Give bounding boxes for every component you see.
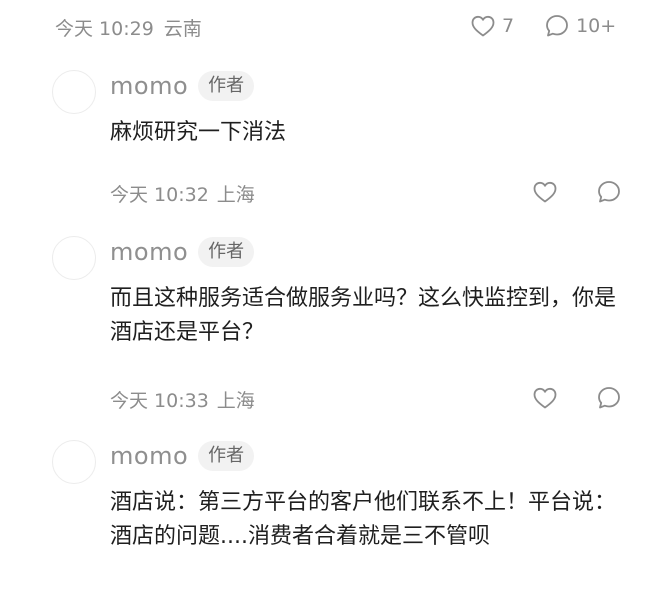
reply-text: 酒店说：第三方平台的客户他们联系不上！平台说：酒店的问题....消费者合着就是三… — [110, 490, 617, 549]
reply-actions — [494, 385, 622, 411]
post-meta: 今天 10:29 云南 — [55, 14, 202, 41]
comment-count: 10+ — [576, 15, 617, 37]
post-time: 今天 10:29 — [55, 18, 154, 40]
post-location: 云南 — [163, 18, 202, 40]
reply-time: 今天 10:32 — [110, 184, 209, 206]
reply-like-button[interactable] — [532, 180, 558, 204]
author-badge: 作者 — [198, 71, 255, 101]
avatar[interactable] — [52, 236, 96, 280]
reply-author-name[interactable]: momo — [110, 238, 188, 266]
reply-actions — [494, 179, 622, 205]
reply-comment-button[interactable] — [596, 385, 622, 411]
comment-bubble-icon — [544, 13, 570, 39]
reply-comment-button[interactable] — [596, 179, 622, 205]
reply-time: 今天 10:33 — [110, 390, 209, 412]
reply-meta: 今天 10:33 上海 — [110, 386, 255, 413]
reply-location: 上海 — [216, 184, 255, 206]
avatar[interactable] — [52, 70, 96, 114]
avatar[interactable] — [52, 440, 96, 484]
reply-item: momo 作者 酒店说：第三方平台的客户他们联系不上！平台说：酒店的问题....… — [52, 440, 632, 580]
heart-icon — [532, 386, 558, 410]
reply-meta: 今天 10:32 上海 — [110, 180, 255, 207]
post-like-button[interactable]: 7 — [470, 14, 514, 38]
reply-author-name[interactable]: momo — [110, 442, 188, 470]
comment-bubble-icon — [596, 179, 622, 205]
reply-header: momo 作者 — [110, 70, 255, 102]
reply-text: 麻烦研究一下消法 — [110, 120, 287, 145]
comment-bubble-icon — [596, 385, 622, 411]
heart-icon — [470, 14, 496, 38]
reply-header: momo 作者 — [110, 440, 255, 472]
reply-item: momo 作者 而且这种服务适合做服务业吗？这么快监控到，你是酒店还是平台？ 今… — [52, 236, 632, 416]
reply-header: momo 作者 — [110, 236, 255, 268]
like-count: 7 — [502, 15, 515, 37]
author-badge: 作者 — [198, 441, 255, 471]
post-actions: 7 10+ — [470, 13, 616, 39]
post-comment-button[interactable]: 10+ — [544, 13, 616, 39]
heart-icon — [532, 180, 558, 204]
author-badge: 作者 — [198, 237, 255, 267]
reply-location: 上海 — [216, 390, 255, 412]
reply-like-button[interactable] — [532, 386, 558, 410]
reply-author-name[interactable]: momo — [110, 72, 188, 100]
reply-text: 而且这种服务适合做服务业吗？这么快监控到，你是酒店还是平台？ — [110, 286, 617, 345]
reply-item: momo 作者 麻烦研究一下消法 今天 10:32 上海 — [52, 70, 632, 220]
